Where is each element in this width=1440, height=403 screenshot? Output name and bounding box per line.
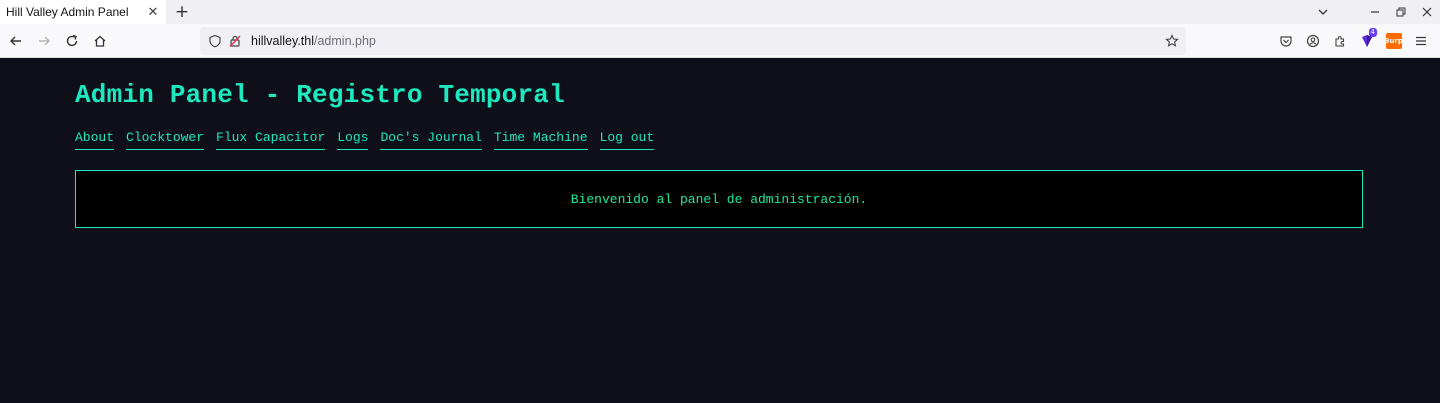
back-icon[interactable] — [2, 27, 29, 55]
nav-link-time-machine[interactable]: Time Machine — [493, 130, 588, 150]
page-title: Admin Panel - Registro Temporal — [75, 80, 565, 110]
browser-tab[interactable]: Hill Valley Admin Panel ✕ — [0, 0, 166, 24]
page-content: Admin Panel - Registro Temporal About Cl… — [0, 58, 1440, 403]
extension-shield-icon[interactable]: 4 — [1353, 27, 1380, 55]
account-icon[interactable] — [1299, 27, 1326, 55]
navigation-toolbar: hillvalley.thl/admin.php 4 Burp — [0, 24, 1440, 58]
extensions-icon[interactable] — [1326, 27, 1353, 55]
insecure-lock-icon[interactable] — [225, 31, 245, 51]
url-host: hillvalley.thl — [251, 34, 314, 48]
window-controls — [1310, 0, 1440, 24]
admin-nav: About Clocktower Flux Capacitor Logs Doc… — [75, 130, 655, 150]
forward-icon[interactable] — [30, 27, 57, 55]
burp-label: Burp — [1384, 33, 1403, 49]
home-icon[interactable] — [86, 27, 113, 55]
pocket-icon[interactable] — [1272, 27, 1299, 55]
nav-link-logs[interactable]: Logs — [337, 130, 369, 150]
menu-hamburger-icon[interactable] — [1407, 27, 1434, 55]
nav-link-docs-journal[interactable]: Doc's Journal — [380, 130, 482, 150]
burp-extension-icon[interactable]: Burp — [1380, 27, 1407, 55]
restore-icon[interactable] — [1388, 0, 1414, 24]
toolbar-right: 4 Burp — [1272, 27, 1434, 55]
tab-close-icon[interactable]: ✕ — [146, 4, 160, 19]
close-window-icon[interactable] — [1414, 0, 1440, 24]
welcome-message: Bienvenido al panel de administración. — [570, 191, 868, 207]
nav-link-log-out[interactable]: Log out — [599, 130, 655, 150]
reload-icon[interactable] — [58, 27, 85, 55]
welcome-panel: Bienvenido al panel de administración. — [75, 170, 1363, 228]
extension-badge: 4 — [1368, 28, 1377, 37]
url-bar[interactable]: hillvalley.thl/admin.php — [200, 27, 1186, 55]
tab-bar: Hill Valley Admin Panel ✕ + — [0, 0, 1440, 24]
bookmark-star-icon[interactable] — [1162, 31, 1182, 51]
minimize-icon[interactable] — [1362, 0, 1388, 24]
list-all-tabs-icon[interactable] — [1310, 0, 1336, 24]
nav-link-clocktower[interactable]: Clocktower — [126, 130, 205, 150]
tracking-protection-shield-icon[interactable] — [205, 31, 225, 51]
nav-link-flux-capacitor[interactable]: Flux Capacitor — [216, 130, 326, 150]
url-path: /admin.php — [314, 34, 376, 48]
tab-title: Hill Valley Admin Panel — [6, 5, 129, 19]
new-tab-button[interactable]: + — [170, 0, 194, 24]
nav-link-about[interactable]: About — [75, 130, 115, 150]
